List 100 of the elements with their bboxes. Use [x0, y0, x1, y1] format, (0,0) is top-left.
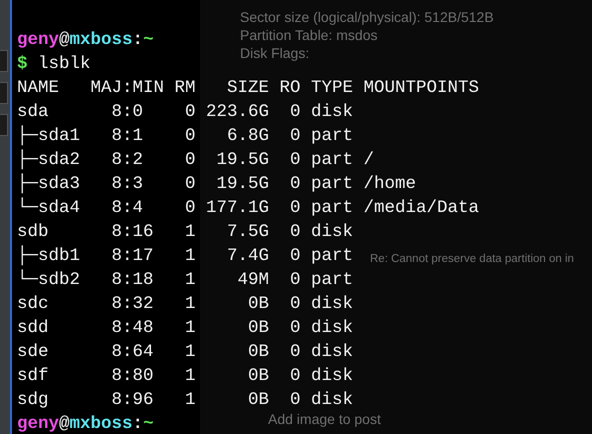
table-cell-text: 8:0 [110, 101, 144, 124]
table-cell-text: 0B [246, 341, 269, 364]
table-cell-text: sda [17, 101, 50, 124]
table-cell-text: disk [310, 341, 353, 364]
table-cell-text: 1 [184, 269, 196, 292]
table-cell-text: 8:64 [110, 341, 155, 364]
table-cell-text: 0 [288, 365, 300, 388]
background-text: Sector size (logical/physical): 512B/512B [240, 8, 494, 26]
column-header: RM [174, 77, 196, 100]
table-cell-text: sde [17, 341, 50, 364]
table-cell-text: sdg [17, 389, 50, 412]
table-cell-text: 8:80 [110, 365, 155, 388]
table-cell-text: 8:17 [110, 245, 155, 268]
background-text: Partition Table: msdos [240, 26, 378, 44]
background-text: Re: Cannot preserve data partition on in [370, 252, 574, 267]
table-cell-text: 177.1G [204, 197, 269, 220]
background-text: Add image to post [268, 410, 381, 428]
column-header: SIZE [226, 77, 269, 100]
prompt-text: ~ [143, 414, 154, 434]
table-cell-text: 19.5G [215, 149, 269, 172]
prompt-text: : [132, 414, 144, 434]
prompt-symbol: $ [17, 54, 28, 74]
table-cell-text: 0 [288, 293, 300, 316]
prompt-text: : [132, 30, 144, 50]
prompt-text: geny [17, 414, 60, 434]
table-cell-text: 0B [246, 293, 269, 316]
table-cell-text: disk [310, 365, 353, 388]
table-cell-text: 0 [288, 341, 300, 364]
prompt-text: ~ [143, 30, 154, 50]
table-cell-text: sdd [17, 317, 50, 340]
prompt-text: @ [59, 414, 70, 434]
table-cell-text: part [310, 269, 353, 292]
table-cell-text: part [310, 125, 353, 148]
background-text: Disk Flags: [240, 44, 310, 62]
prompt-text: mxboss [70, 30, 133, 50]
table-cell-text: sdb [17, 221, 50, 244]
table-cell-text: 0B [246, 389, 269, 412]
table-cell-text: ├─sdb1 [17, 244, 82, 268]
table-cell-text: 0 [288, 149, 300, 172]
table-cell-text: 1 [184, 245, 196, 268]
table-cell-text: 7.5G [226, 221, 269, 244]
table-cell-text: /media/Data [362, 197, 480, 220]
table-cell-text: 0 [288, 221, 300, 244]
table-cell-text: 0B [246, 365, 269, 388]
table-cell-text: 1 [184, 293, 196, 316]
table-cell-text: 8:96 [110, 389, 155, 412]
table-cell-text: 0 [288, 389, 300, 412]
table-cell-text: 8:18 [110, 269, 155, 292]
table-cell-text: part [310, 149, 353, 172]
table-cell-text: 0 [184, 197, 196, 220]
table-cell-text: 0 [184, 125, 196, 148]
table-cell-text: 1 [184, 365, 196, 388]
table-cell-text: 0 [288, 317, 300, 340]
prompt-text: geny [17, 30, 60, 50]
table-cell-text: 1 [184, 221, 196, 244]
table-cell-text: 0 [184, 149, 196, 172]
table-cell-text: 0 [288, 269, 300, 292]
column-header: RO [278, 77, 300, 100]
table-cell-text: disk [310, 101, 353, 124]
table-cell-text: disk [310, 317, 353, 340]
table-cell-text: 49M [236, 269, 269, 292]
table-cell-text: 0 [184, 101, 196, 124]
table-cell-text: 8:1 [110, 125, 144, 148]
table-cell-text: └─sda4 [17, 196, 82, 220]
table-cell-text: / [362, 149, 376, 172]
table-cell-text: └─sdb2 [17, 268, 82, 292]
table-cell-text: 8:2 [110, 149, 144, 172]
table-cell-text: 0 [288, 245, 300, 268]
table-cell-text: 8:48 [110, 317, 155, 340]
table-cell-text: disk [310, 221, 353, 244]
table-cell-text: 0 [288, 173, 300, 196]
table-cell-text: /home [362, 173, 418, 196]
table-cell-text: ├─sda2 [17, 148, 82, 172]
table-cell-text: sdc [17, 293, 50, 316]
command-text: lsblk [38, 54, 91, 74]
prompt-text: @ [59, 30, 70, 50]
table-cell-text: 8:4 [110, 197, 144, 220]
column-header: NAME [17, 77, 60, 100]
table-cell-text: ├─sda1 [17, 124, 82, 148]
table-cell-text: 8:3 [110, 173, 144, 196]
table-cell-text: 6.8G [226, 125, 269, 148]
table-cell-text: 0B [246, 317, 269, 340]
table-cell-text: 8:32 [110, 293, 155, 316]
table-cell-text: 223.6G [204, 101, 269, 124]
column-header: TYPE [310, 77, 353, 100]
panel-button-icon[interactable] [0, 114, 8, 136]
panel-button-icon[interactable] [0, 50, 8, 72]
table-cell-text: part [310, 245, 353, 268]
table-cell-text: 0 [184, 173, 196, 196]
table-cell-text: sdf [17, 365, 50, 388]
table-cell-text: 8:16 [110, 221, 155, 244]
column-header: MOUNTPOINTS [362, 77, 480, 100]
table-cell-text: 19.5G [215, 173, 269, 196]
table-cell-text: 0 [288, 125, 300, 148]
table-cell-text: 1 [184, 317, 196, 340]
table-cell-text: 0 [288, 101, 300, 124]
table-cell-text: 1 [184, 341, 196, 364]
table-cell-text: 0 [288, 197, 300, 220]
panel-button-icon[interactable] [0, 82, 8, 104]
table-cell-text: disk [310, 389, 353, 412]
